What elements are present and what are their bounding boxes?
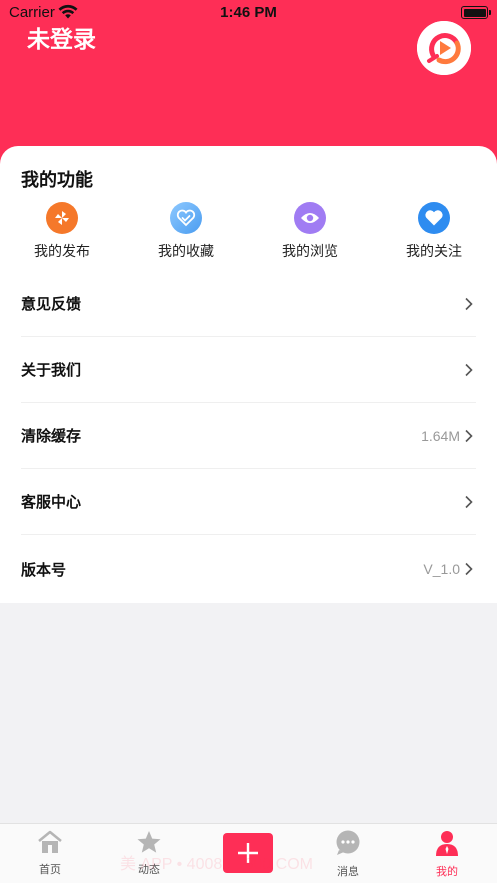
tab-label: 首页 [39, 863, 61, 876]
message-icon [336, 830, 360, 855]
my-favorites-button[interactable]: 我的收藏 [136, 202, 236, 261]
home-icon [38, 830, 62, 853]
chevron-right-icon [465, 429, 473, 442]
my-follows-button[interactable]: 我的关注 [384, 202, 484, 261]
tab-label: 消息 [337, 865, 359, 878]
menu-row-label: 版本号 [21, 560, 67, 579]
menu-row-version[interactable]: 版本号 V_1.0 [21, 536, 476, 602]
menu-row-clear-cache[interactable]: 清除缓存 1.64M [21, 403, 476, 469]
my-browsing-label: 我的浏览 [282, 244, 338, 260]
my-follows-label: 我的关注 [406, 244, 462, 260]
menu-row-about-us[interactable]: 关于我们 [21, 337, 476, 403]
tab-label: 我的 [436, 865, 458, 878]
battery-icon [461, 6, 491, 19]
profile-icon [436, 831, 458, 856]
app-logo-icon[interactable] [417, 21, 471, 75]
chevron-right-icon [465, 297, 473, 310]
menu-row-label: 客服中心 [21, 493, 82, 511]
tab-mine[interactable]: 我的 [407, 830, 487, 879]
chevron-right-icon [465, 363, 473, 376]
version-value: V_1.0 [423, 561, 460, 577]
menu-row-label: 意见反馈 [21, 295, 82, 313]
chevron-right-icon [465, 495, 473, 508]
publish-icon [46, 202, 78, 234]
favorite-icon [170, 202, 202, 234]
my-publish-button[interactable]: 我的发布 [12, 202, 112, 261]
eye-icon [294, 202, 326, 234]
tab-messages[interactable]: 消息 [308, 830, 388, 879]
menu-row-label: 清除缓存 [21, 427, 82, 445]
menu-row-customer-service[interactable]: 客服中心 [21, 469, 476, 535]
chevron-right-icon [465, 562, 473, 576]
functions-title: 我的功能 [21, 170, 93, 191]
heart-icon [418, 202, 450, 234]
my-publish-label: 我的发布 [34, 244, 90, 260]
my-browsing-button[interactable]: 我的浏览 [260, 202, 360, 261]
watermark-text: 美 APP • 40088 1800 COM [120, 856, 313, 873]
my-favorites-label: 我的收藏 [158, 244, 214, 260]
tab-home[interactable]: 首页 [10, 830, 90, 877]
status-time: 1:46 PM [220, 4, 277, 21]
cache-size-value: 1.64M [421, 427, 460, 444]
menu-row-feedback[interactable]: 意见反馈 [21, 271, 476, 337]
login-status-title[interactable]: 未登录 [27, 20, 96, 54]
menu-row-label: 关于我们 [21, 361, 82, 379]
content-card: 我的功能 我的发布 我的收藏 我的浏览 我的关注 意见反馈 关于我们 清除缓存 … [0, 146, 497, 603]
